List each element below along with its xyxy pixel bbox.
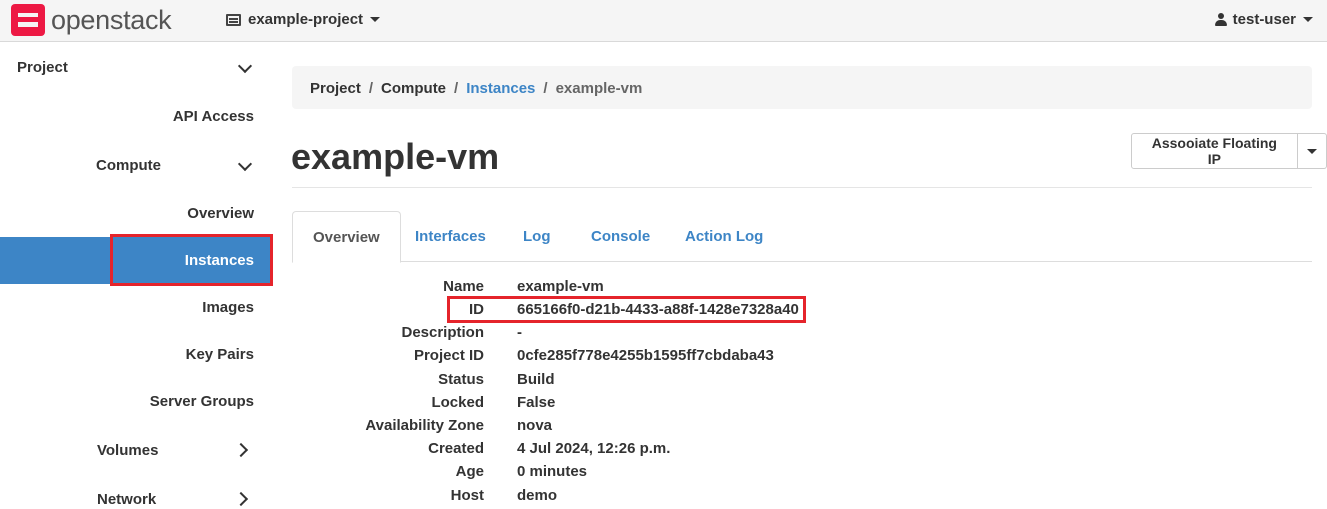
detail-value: 0 minutes (517, 463, 588, 480)
sidebar: Project API Access Compute Overview Inst… (0, 43, 273, 509)
tab-console[interactable]: Console (571, 211, 670, 262)
chevron-down-icon (1306, 148, 1317, 154)
sidebar-section-project[interactable]: Project (17, 59, 68, 76)
instance-tabs: Overview Interfaces Log Console Action L… (292, 211, 1312, 263)
chevron-down-icon[interactable] (237, 156, 253, 172)
sidebar-item-api-access[interactable]: API Access (173, 108, 254, 125)
breadcrumb-separator: / (454, 80, 459, 97)
sidebar-item-label: Key Pairs (185, 346, 254, 363)
instances-highlight-box (110, 234, 273, 286)
detail-label: Locked (431, 394, 484, 411)
sidebar-item-label: Overview (187, 205, 254, 222)
detail-value: nova (517, 417, 553, 434)
sidebar-section-volumes[interactable]: Volumes (97, 442, 158, 459)
breadcrumb-instances-link[interactable]: Instances (466, 80, 535, 97)
associate-floating-ip-button[interactable]: Assooiate Floating IP (1131, 133, 1298, 169)
sidebar-item-server-groups[interactable]: Server Groups (150, 393, 254, 410)
brand-name: openstack (51, 4, 172, 35)
chevron-down-icon[interactable] (237, 58, 253, 74)
detail-label: Name (443, 278, 484, 295)
detail-value: Build (517, 371, 555, 388)
sidebar-item-key-pairs[interactable]: Key Pairs (186, 346, 254, 363)
actions-dropdown-toggle[interactable] (1297, 133, 1327, 169)
project-selector-label: example-project (248, 11, 364, 28)
breadcrumb-current: example-vm (555, 80, 643, 97)
detail-value: - (517, 324, 522, 341)
detail-label: Availability Zone (365, 417, 484, 434)
chevron-down-icon (1303, 17, 1313, 22)
detail-label: Status (438, 371, 484, 388)
chevron-right-icon[interactable] (233, 442, 249, 458)
page-title: example-vm (291, 136, 500, 177)
user-name: test-user (1232, 11, 1296, 28)
user-icon (1214, 13, 1227, 26)
top-navbar: openstack example-project test-user (0, 0, 1327, 42)
tab-overview[interactable]: Overview (292, 211, 401, 263)
detail-label: Created (428, 440, 484, 457)
title-divider (292, 187, 1312, 188)
instance-actions-group: Assooiate Floating IP (1131, 133, 1327, 169)
breadcrumb-project: Project (310, 80, 361, 97)
project-selector[interactable]: example-project (226, 11, 381, 28)
sidebar-section-label: Compute (96, 157, 161, 174)
detail-label: Host (450, 487, 484, 504)
user-menu[interactable]: test-user (1214, 11, 1313, 28)
id-highlight-box (447, 296, 806, 323)
chevron-right-icon[interactable] (233, 491, 249, 507)
sidebar-section-label: Project (17, 59, 68, 76)
openstack-logo-icon (11, 4, 45, 36)
breadcrumb: Project / Compute / Instances / example-… (292, 66, 1312, 109)
detail-value: 4 Jul 2024, 12:26 p.m. (517, 440, 671, 457)
breadcrumb-separator: / (368, 80, 374, 97)
sidebar-item-label: Images (202, 299, 254, 316)
project-icon (226, 13, 241, 26)
tab-interfaces[interactable]: Interfaces (395, 211, 506, 262)
sidebar-item-label: API Access (172, 108, 254, 125)
sidebar-section-label: Network (97, 491, 157, 508)
detail-label: Age (455, 463, 484, 480)
detail-value: 0cfe285f778e4255b1595ff7cbdaba43 (517, 347, 774, 364)
detail-value: False (517, 394, 556, 411)
detail-label: Project ID (413, 347, 484, 364)
sidebar-section-network[interactable]: Network (97, 491, 156, 508)
chevron-down-icon (370, 17, 381, 22)
detail-value: example-vm (517, 278, 604, 295)
openstack-logo[interactable]: openstack (11, 4, 172, 36)
breadcrumb-separator: / (543, 80, 548, 97)
sidebar-section-compute[interactable]: Compute (96, 157, 161, 174)
breadcrumb-compute: Compute (381, 80, 447, 97)
sidebar-item-label: Server Groups (149, 393, 254, 410)
detail-value: demo (517, 487, 558, 504)
sidebar-item-images[interactable]: Images (202, 299, 254, 316)
sidebar-item-overview[interactable]: Overview (187, 205, 254, 222)
tab-log[interactable]: Log (503, 211, 571, 262)
sidebar-section-label: Volumes (97, 442, 159, 459)
detail-label: Description (401, 324, 484, 341)
tab-action-log[interactable]: Action Log (665, 211, 783, 262)
